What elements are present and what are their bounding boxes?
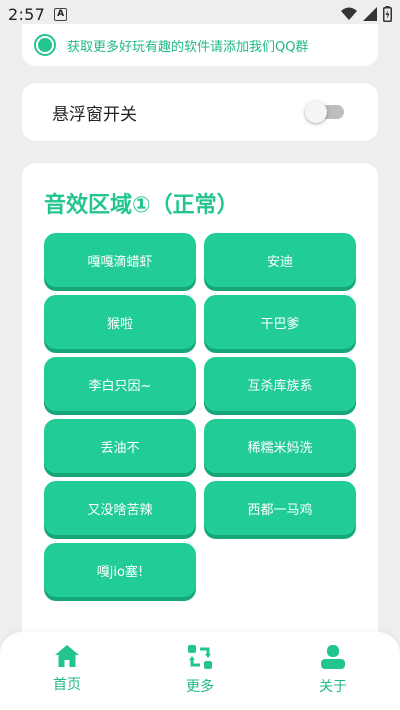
sound-button[interactable]: 互杀库族系: [204, 357, 356, 411]
sound-button[interactable]: 干巴爹: [204, 295, 356, 349]
bottom-nav: 首页 更多 关于: [0, 632, 400, 710]
nav-item-more[interactable]: 更多: [160, 644, 240, 696]
sound-button[interactable]: 又没啥苦辣: [44, 481, 196, 535]
qq-notice-text: 获取更多好玩有趣的软件请添加我们QQ群: [67, 39, 309, 55]
radio-dot-icon: [34, 34, 56, 56]
nav-item-home[interactable]: 首页: [27, 644, 107, 694]
nav-label-more: 更多: [186, 679, 214, 695]
nav-item-about[interactable]: 关于: [293, 644, 373, 696]
floating-window-toggle[interactable]: [305, 101, 344, 123]
sound-button[interactable]: 丢油不: [44, 419, 196, 473]
status-icons: [341, 6, 392, 22]
person-icon: [321, 645, 345, 669]
sound-button[interactable]: 安迪: [204, 233, 356, 287]
sound-button-grid: 嘎嘎滴蜡虾 安迪 猴啦 干巴爹 李白只因~ 互杀库族系 丢油不 稀糯米妈洗 又没…: [44, 233, 356, 597]
battery-icon: [383, 6, 392, 22]
floating-window-card: 悬浮窗开关: [22, 83, 378, 141]
wifi-icon: [341, 7, 357, 20]
sound-button[interactable]: 西都一马鸡: [204, 481, 356, 535]
signal-icon: [363, 7, 377, 21]
nav-label-home: 首页: [53, 677, 81, 693]
sound-button[interactable]: 嘎嘎滴蜡虾: [44, 233, 196, 287]
notification-a-icon: A: [54, 7, 68, 21]
sound-button[interactable]: 李白只因~: [44, 357, 196, 411]
sound-button[interactable]: 嘎jio塞!: [44, 543, 196, 597]
nav-label-about: 关于: [319, 679, 347, 695]
home-icon: [55, 645, 79, 667]
qq-notice-card[interactable]: 获取更多好玩有趣的软件请添加我们QQ群: [22, 24, 378, 66]
floating-window-label: 悬浮窗开关: [52, 104, 137, 125]
sound-button[interactable]: 猴啦: [44, 295, 196, 349]
sound-section-card: 音效区域①（正常） 嘎嘎滴蜡虾 安迪 猴啦 干巴爹 李白只因~ 互杀库族系 丢油…: [22, 163, 378, 710]
status-time: 2:57: [8, 4, 46, 24]
sound-button[interactable]: 稀糯米妈洗: [204, 419, 356, 473]
sound-section-title: 音效区域①（正常）: [44, 193, 239, 218]
toggle-knob: [305, 101, 327, 123]
swap-icon: [188, 645, 212, 669]
